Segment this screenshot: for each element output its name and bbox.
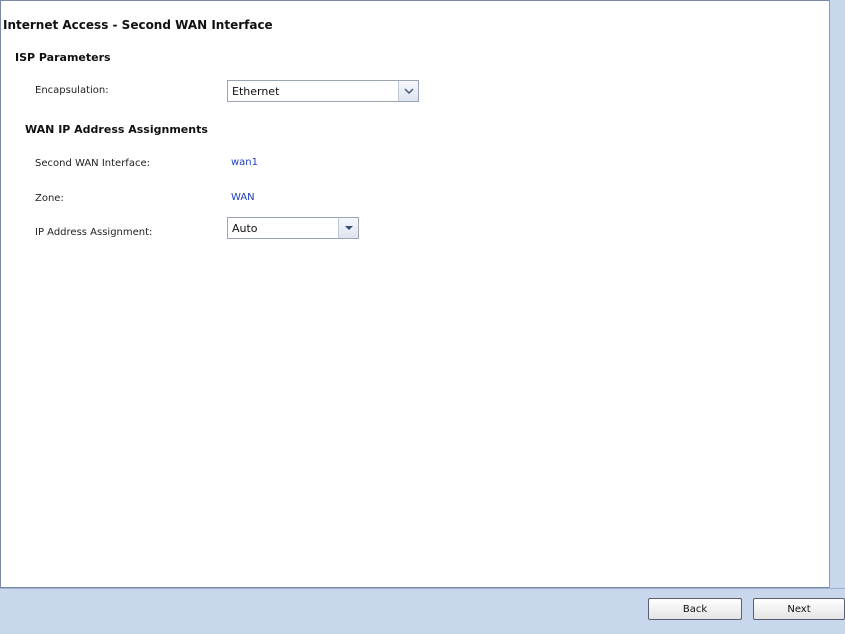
chevron-down-icon[interactable] [398,81,418,101]
ip-assignment-label: IP Address Assignment: [35,227,153,238]
encapsulation-value: Ethernet [232,84,280,98]
page-title: Internet Access - Second WAN Interface [3,18,273,32]
wan-section-title: WAN IP Address Assignments [25,123,208,136]
encapsulation-select[interactable]: Ethernet [227,80,419,102]
encapsulation-label: Encapsulation: [35,85,109,96]
right-edge-bar [829,0,845,588]
ip-assignment-select[interactable]: Auto [227,217,359,239]
second-wan-interface-value: wan1 [231,157,259,168]
isp-section-title: ISP Parameters [15,51,111,64]
second-wan-interface-label: Second WAN Interface: [35,158,150,169]
ip-assignment-value: Auto [232,221,258,235]
zone-label: Zone: [35,193,64,204]
main-panel: Internet Access - Second WAN Interface I… [0,0,829,588]
next-button[interactable]: Next [753,598,845,620]
back-button[interactable]: Back [648,598,742,620]
chevron-down-icon[interactable] [338,218,358,238]
zone-value: WAN [231,192,255,203]
